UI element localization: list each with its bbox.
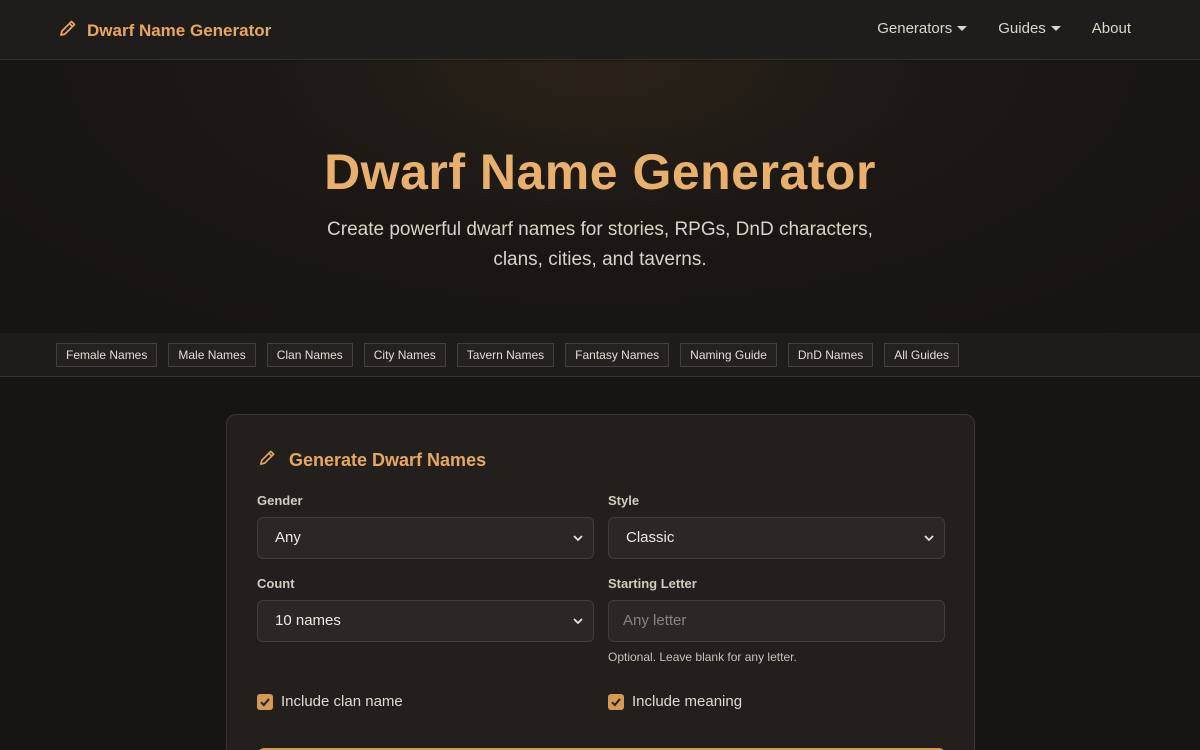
quick-link-clan-names[interactable]: Clan Names xyxy=(266,343,353,367)
chevron-down-icon xyxy=(573,618,583,625)
starting-letter-placeholder: Any letter xyxy=(623,612,687,629)
include-clan-checkbox[interactable]: Include clan name xyxy=(257,693,403,710)
pencil-icon xyxy=(58,18,78,43)
top-navbar: Dwarf Name Generator Generators Guides A… xyxy=(0,0,1200,60)
brand-link[interactable]: Dwarf Name Generator xyxy=(58,18,271,43)
generator-card: Generate Dwarf Names Gender Any Style Cl… xyxy=(226,414,975,750)
nav-links: Generators Guides About xyxy=(877,20,1131,37)
quick-link-female-names[interactable]: Female Names xyxy=(56,343,158,367)
style-value: Classic xyxy=(626,529,675,546)
card-title-label: Generate Dwarf Names xyxy=(289,449,487,470)
nav-about-label: About xyxy=(1091,20,1131,37)
gender-label: Gender xyxy=(257,493,303,508)
gender-select[interactable]: Any xyxy=(257,517,594,559)
quick-links-bar: Female Names Male Names Clan Names City … xyxy=(0,333,1200,377)
checkbox-checked-icon xyxy=(257,693,273,710)
caret-down-icon xyxy=(957,26,968,31)
starting-letter-label: Starting Letter xyxy=(608,576,697,591)
hero-title: Dwarf Name Generator xyxy=(324,144,876,200)
style-label: Style xyxy=(608,493,640,508)
count-select[interactable]: 10 names xyxy=(257,600,594,642)
quick-link-all-guides[interactable]: All Guides xyxy=(884,343,959,367)
nav-guides-label: Guides xyxy=(998,20,1046,37)
card-title: Generate Dwarf Names xyxy=(258,448,486,472)
starting-letter-help: Optional. Leave blank for any letter. xyxy=(608,650,797,664)
quick-link-dnd-names[interactable]: DnD Names xyxy=(787,343,874,367)
checkbox-checked-icon xyxy=(608,693,624,710)
quick-link-tavern-names[interactable]: Tavern Names xyxy=(456,343,555,367)
quick-link-fantasy-names[interactable]: Fantasy Names xyxy=(565,343,670,367)
style-select[interactable]: Classic xyxy=(608,517,945,559)
chevron-down-icon xyxy=(573,535,583,542)
nav-about[interactable]: About xyxy=(1092,20,1131,37)
hero-section: Dwarf Name Generator Create powerful dwa… xyxy=(0,61,1200,333)
nav-generators-label: Generators xyxy=(877,20,953,37)
starting-letter-input[interactable]: Any letter xyxy=(608,600,945,642)
include-meaning-label: Include meaning xyxy=(632,693,743,710)
quick-link-male-names[interactable]: Male Names xyxy=(168,343,256,367)
quick-link-naming-guide[interactable]: Naming Guide xyxy=(680,343,777,367)
count-label: Count xyxy=(257,576,295,591)
pencil-icon xyxy=(258,448,277,472)
nav-generators[interactable]: Generators xyxy=(877,20,968,37)
count-value: 10 names xyxy=(275,612,341,629)
hero-subtitle: Create powerful dwarf names for stories,… xyxy=(327,219,873,270)
quick-link-city-names[interactable]: City Names xyxy=(363,343,446,367)
include-clan-label: Include clan name xyxy=(281,693,403,710)
caret-down-icon xyxy=(1050,26,1061,31)
chevron-down-icon xyxy=(924,535,934,542)
include-meaning-checkbox[interactable]: Include meaning xyxy=(608,693,742,710)
gender-value: Any xyxy=(275,529,301,546)
nav-guides[interactable]: Guides xyxy=(998,20,1061,37)
brand-label: Dwarf Name Generator xyxy=(87,20,272,40)
